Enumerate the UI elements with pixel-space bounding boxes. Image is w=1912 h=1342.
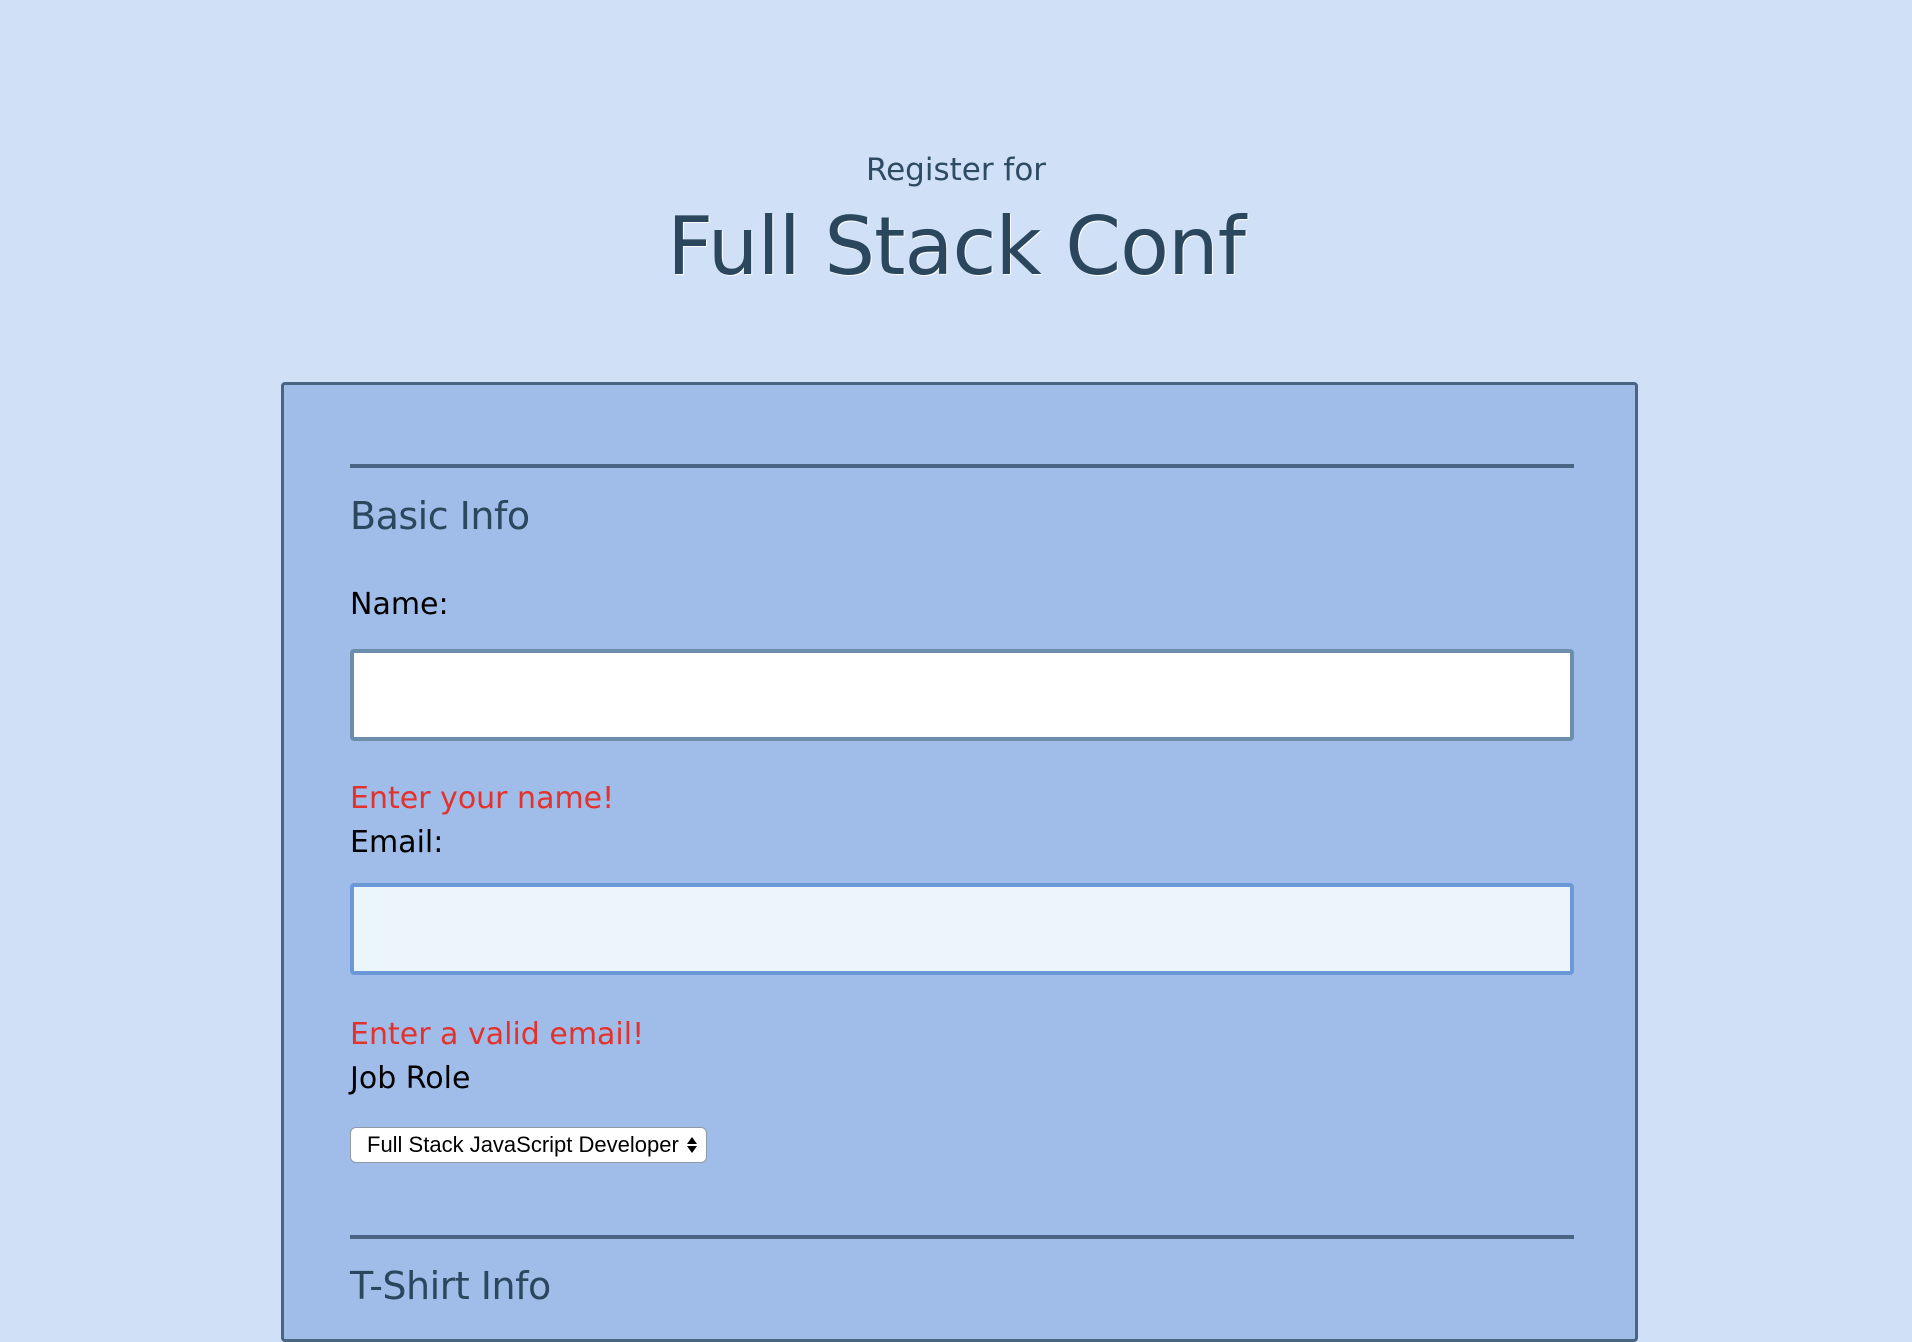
job-role-selected-value: Full Stack JavaScript Developer [367,1132,679,1157]
section-divider-tshirt-info [350,1235,1574,1239]
name-input[interactable] [350,649,1574,741]
section-title-basic-info: Basic Info [350,494,530,538]
select-arrows-icon [686,1133,698,1157]
email-label: Email: [350,825,444,860]
page-subtitle: Register for [865,152,1047,188]
page-title: Full Stack Conf [667,200,1246,293]
name-error-message: Enter your name! [350,781,615,816]
email-input[interactable] [350,883,1574,975]
section-title-tshirt-info: T-Shirt Info [350,1264,551,1308]
job-role-label: Job Role [350,1061,471,1096]
name-label: Name: [350,587,449,622]
registration-form: Basic Info Name: Enter your name! Email:… [281,382,1638,1342]
email-error-message: Enter a valid email! [350,1017,645,1052]
job-role-select[interactable]: Full Stack JavaScript Developer [350,1127,707,1163]
section-divider-basic-info [350,464,1574,468]
